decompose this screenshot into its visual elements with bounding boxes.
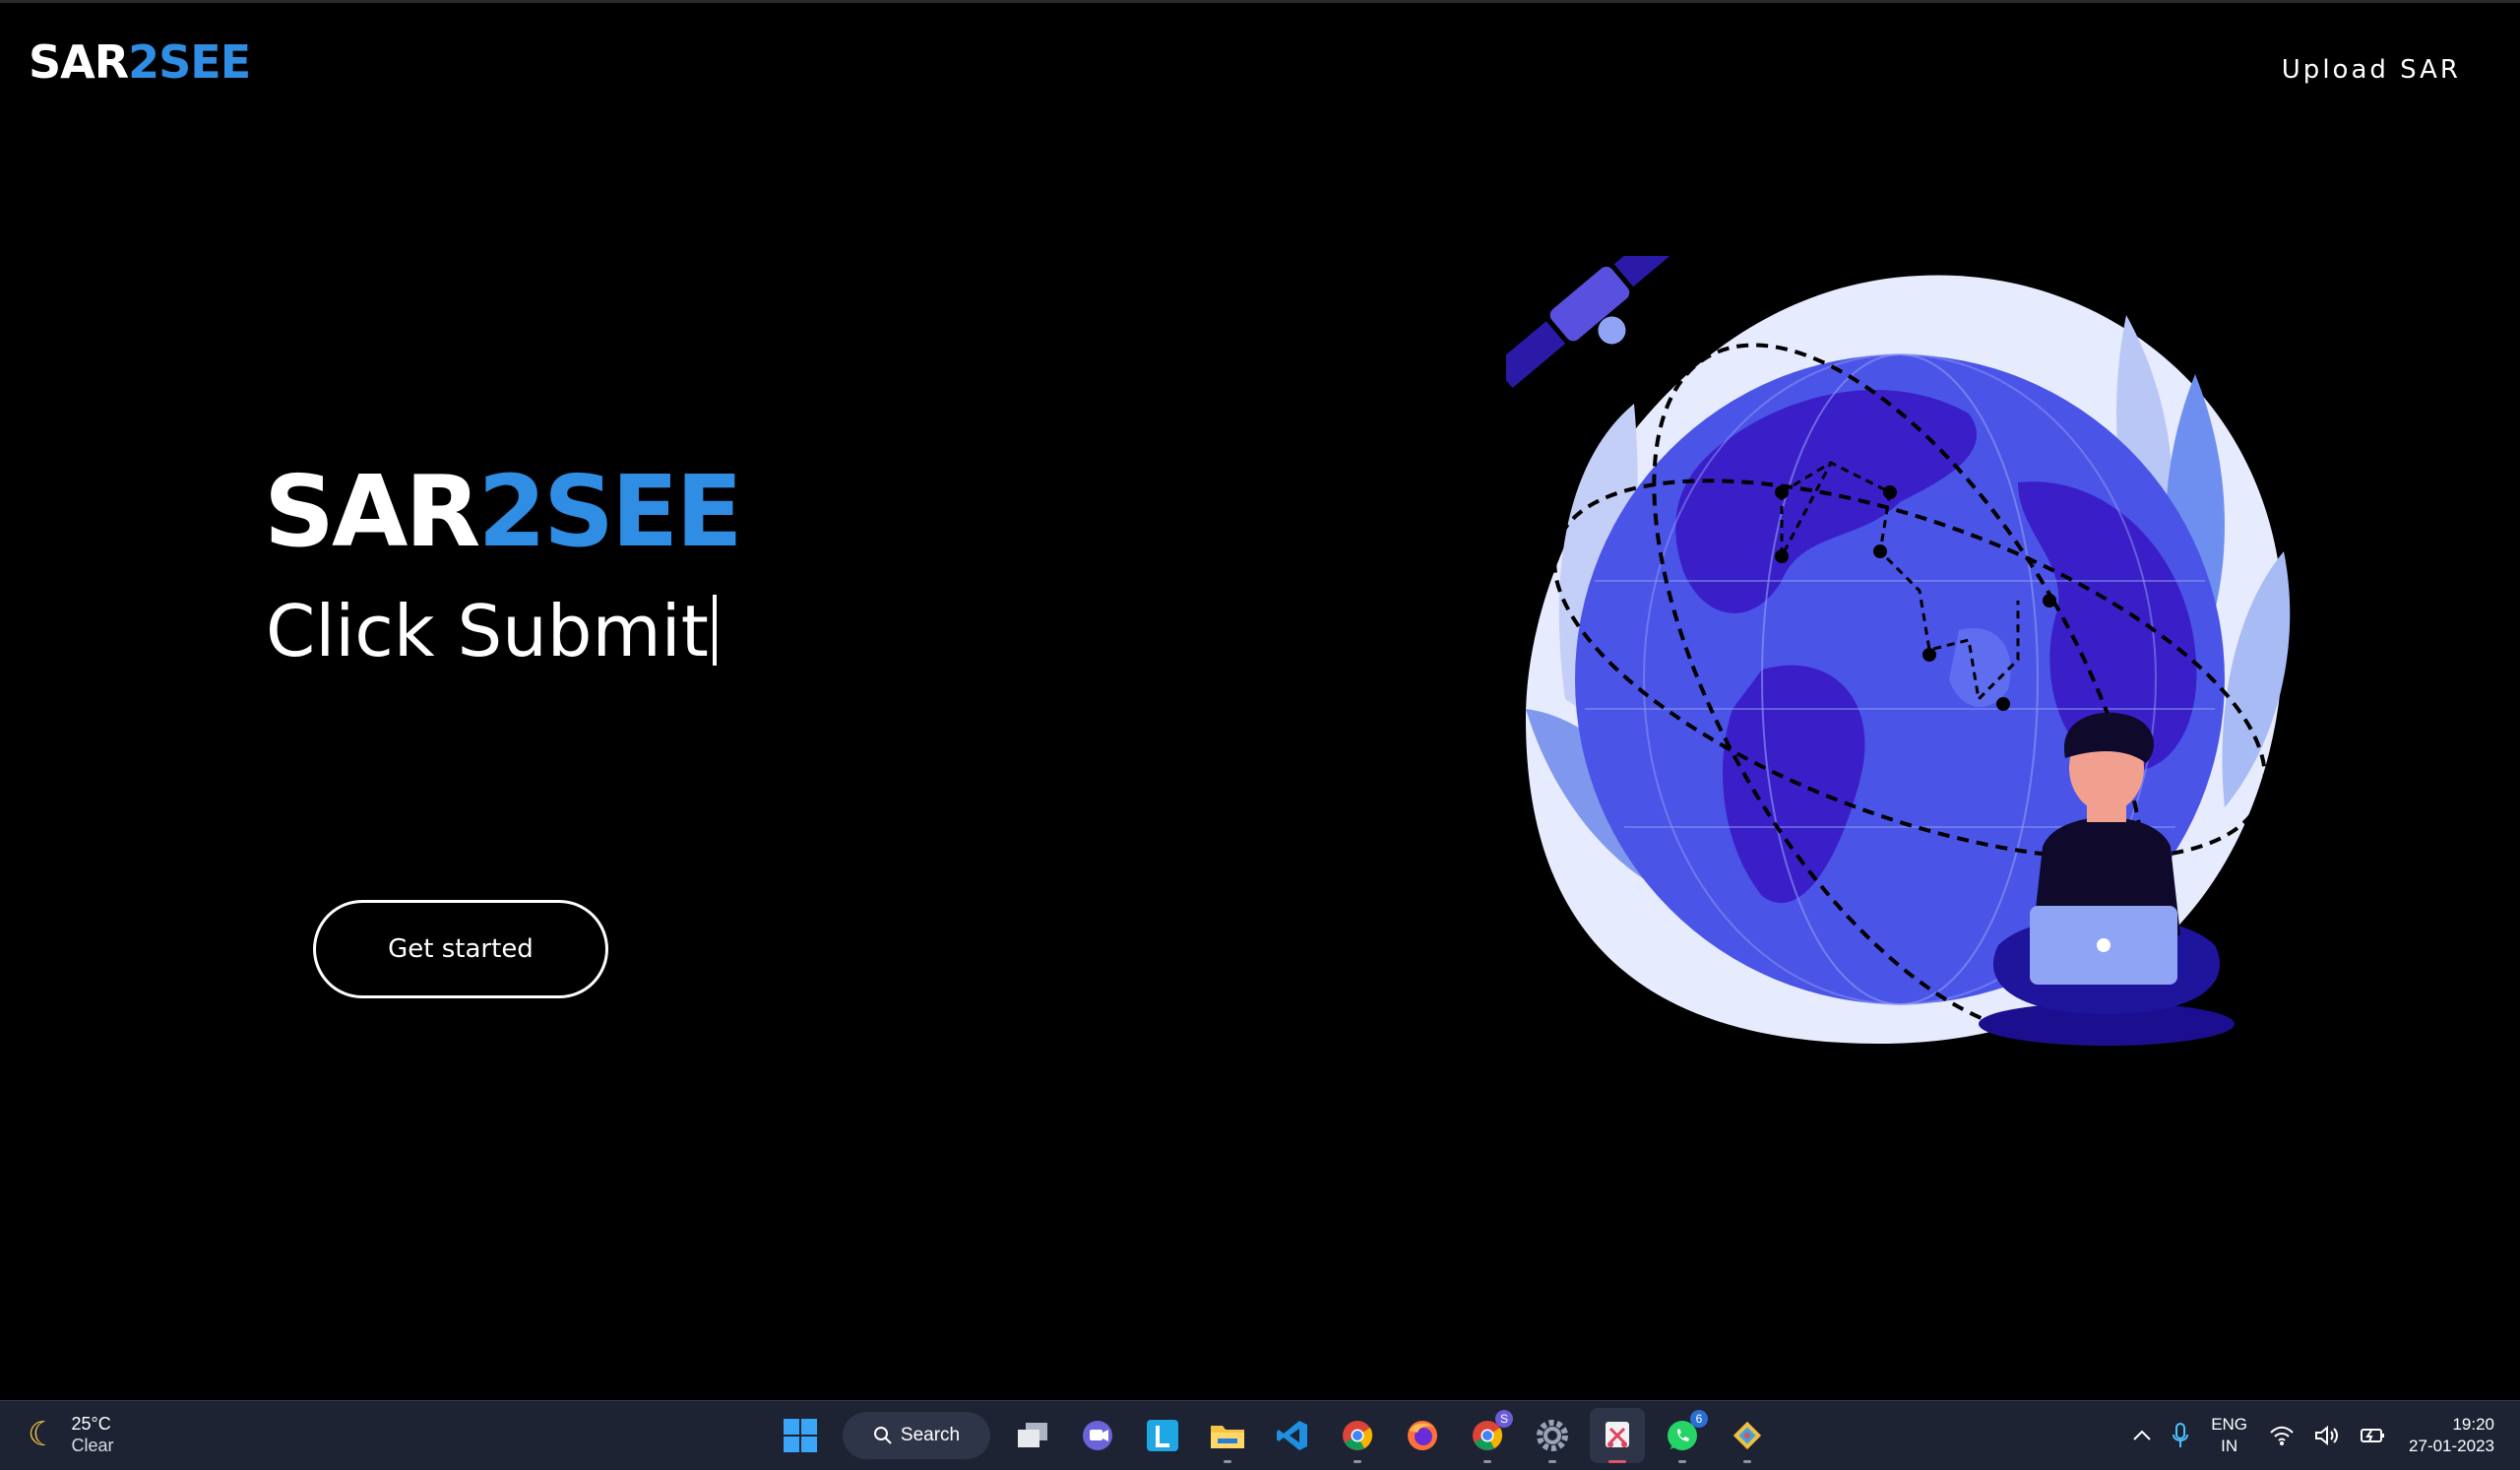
snipping-tool-button[interactable] — [1590, 1408, 1645, 1463]
notification-badge: 6 — [1690, 1410, 1708, 1428]
teams-button[interactable] — [1070, 1408, 1125, 1463]
text-cursor — [712, 595, 717, 666]
settings-button[interactable] — [1525, 1408, 1580, 1463]
settings-icon — [1537, 1420, 1568, 1451]
show-hidden-icons-button[interactable] — [2132, 1429, 2152, 1442]
task-view-icon — [1018, 1423, 1047, 1447]
system-tray: ENG IN 19:20 27-01-2023 — [2122, 1401, 2520, 1470]
git-button[interactable] — [1720, 1408, 1775, 1463]
upload-sar-link[interactable]: Upload SAR — [2282, 55, 2461, 85]
volume-button[interactable] — [2314, 1425, 2340, 1446]
network-button[interactable] — [2269, 1425, 2295, 1446]
windows-taskbar: ☾ 25°C Clear Search S 6 ENG IN 19:20 27-… — [0, 1400, 2520, 1470]
running-indicator — [1354, 1460, 1361, 1463]
running-indicator — [1548, 1460, 1556, 1463]
lang-top: ENG — [2211, 1415, 2248, 1434]
hero-title: SAR2SEE — [264, 463, 743, 561]
firefox-icon — [1408, 1421, 1437, 1450]
route-dot — [1775, 549, 1789, 563]
typed-text: Click Submit — [266, 590, 709, 672]
running-indicator — [1743, 1460, 1751, 1463]
l-app-button[interactable] — [1135, 1408, 1190, 1463]
file-explorer-button[interactable] — [1200, 1408, 1255, 1463]
whatsapp-button[interactable]: 6 — [1655, 1408, 1710, 1463]
running-indicator — [1224, 1460, 1231, 1463]
route-dot — [1922, 648, 1936, 662]
route-dot — [1873, 544, 1887, 558]
window-top-border — [0, 0, 2520, 3]
windows-logo-icon — [784, 1419, 817, 1452]
search-icon — [873, 1427, 892, 1444]
clock[interactable]: 19:20 27-01-2023 — [2409, 1414, 2494, 1457]
clock-date: 27-01-2023 — [2409, 1437, 2494, 1455]
brand-logo-white: SAR — [29, 35, 129, 89]
globe-illustration — [1506, 256, 2291, 1046]
lang-bottom: IN — [2221, 1437, 2238, 1455]
battery-button[interactable] — [2360, 1426, 2387, 1445]
chevron-up-icon — [2133, 1430, 2151, 1440]
route-dot — [2043, 594, 2056, 607]
running-indicator — [1678, 1460, 1686, 1463]
hero-title-white: SAR — [264, 454, 480, 569]
vscode-button[interactable] — [1265, 1408, 1320, 1463]
typed-text-line: Click Submit — [266, 595, 717, 667]
profile-badge: S — [1495, 1410, 1513, 1428]
brand-logo-blue: 2SEE — [128, 35, 251, 89]
microphone-button[interactable] — [2172, 1423, 2189, 1448]
running-indicator — [1483, 1460, 1491, 1463]
vscode-icon — [1277, 1421, 1307, 1450]
l-app-icon — [1147, 1420, 1178, 1451]
file-explorer-icon — [1211, 1426, 1244, 1448]
task-view-button[interactable] — [1005, 1408, 1060, 1463]
brand-logo[interactable]: SAR2SEE — [29, 39, 251, 85]
weather-temp: 25°C — [71, 1414, 111, 1434]
chrome-button[interactable] — [1330, 1408, 1385, 1463]
snipping-tool-icon — [1606, 1422, 1629, 1447]
microphone-icon — [2173, 1423, 2189, 1447]
firefox-button[interactable] — [1395, 1408, 1450, 1463]
taskbar-apps: Search S 6 — [768, 1401, 1780, 1470]
weather-widget[interactable]: ☾ 25°C Clear — [28, 1413, 114, 1456]
route-dot — [1996, 697, 2010, 711]
git-icon — [1732, 1421, 1762, 1450]
active-indicator — [1608, 1460, 1626, 1463]
clock-time: 19:20 — [2452, 1415, 2494, 1434]
hero-title-blue: 2SEE — [477, 454, 742, 569]
get-started-button[interactable]: Get started — [313, 900, 608, 998]
chrome-profile-button[interactable]: S — [1460, 1408, 1515, 1463]
teams-icon — [1083, 1421, 1112, 1450]
volume-icon — [2315, 1425, 2339, 1446]
moon-icon: ☾ — [28, 1416, 58, 1453]
language-indicator[interactable]: ENG IN — [2211, 1414, 2247, 1457]
weather-desc: Clear — [71, 1436, 114, 1455]
battery-charging-icon — [2361, 1429, 2385, 1442]
taskbar-search[interactable]: Search — [843, 1412, 990, 1459]
chrome-icon — [1343, 1421, 1373, 1450]
start-button[interactable] — [773, 1408, 828, 1463]
wifi-icon — [2270, 1426, 2294, 1445]
route-dot — [1883, 485, 1897, 499]
route-dot — [1775, 485, 1789, 499]
search-label: Search — [900, 1425, 961, 1445]
